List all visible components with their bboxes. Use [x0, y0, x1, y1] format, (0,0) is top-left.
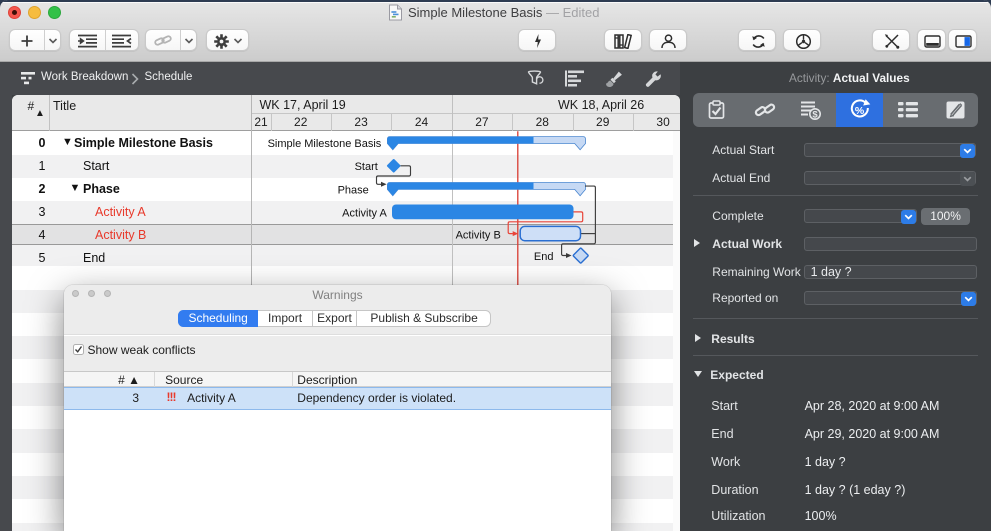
svg-text:Activity B: Activity B: [456, 229, 501, 241]
svg-text:End: End: [534, 251, 554, 263]
svg-text:Activity A: Activity A: [342, 208, 387, 220]
svg-text:%: %: [854, 105, 864, 117]
svg-text:Simple Milestone Basis: Simple Milestone Basis: [268, 138, 382, 150]
svg-text:Phase: Phase: [338, 184, 369, 196]
svg-text:$: $: [812, 110, 818, 121]
svg-text:Start: Start: [355, 161, 378, 173]
